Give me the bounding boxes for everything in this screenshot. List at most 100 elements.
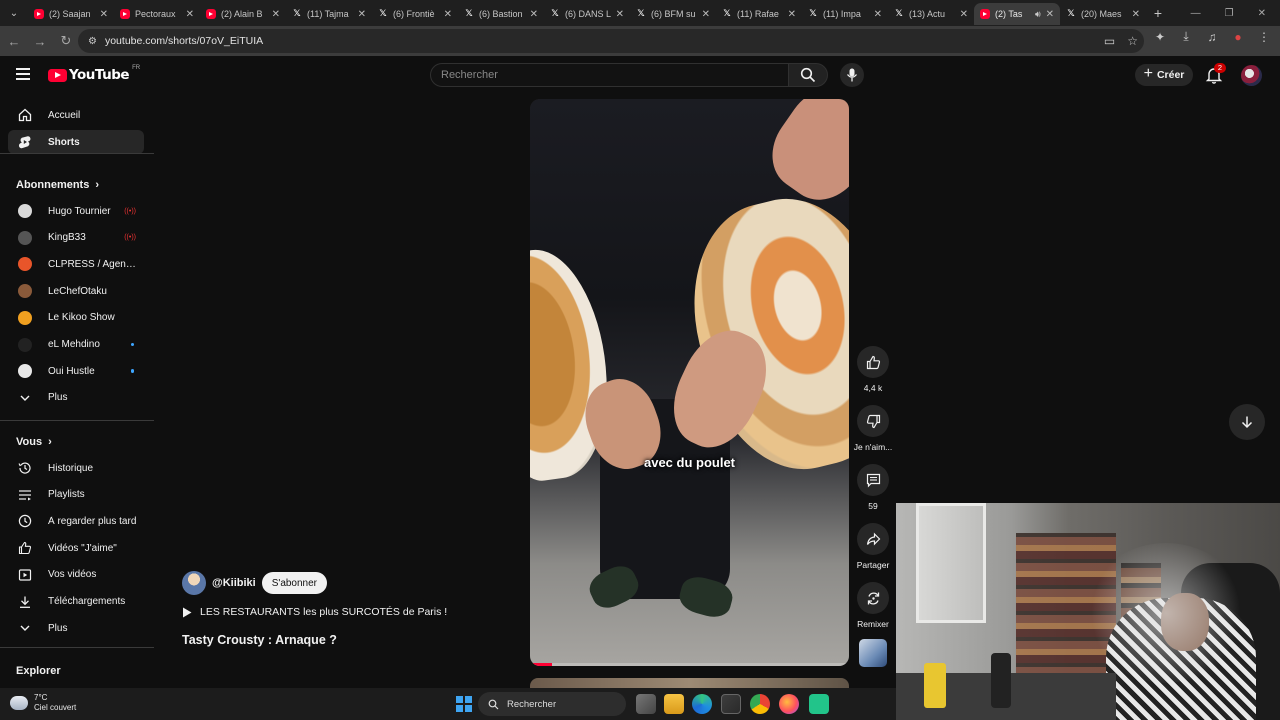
sidebar-item-you[interactable]: Vos vidéos xyxy=(8,563,144,587)
account-avatar[interactable] xyxy=(1241,65,1262,86)
sidebar-item-you[interactable]: Playlists xyxy=(8,483,144,507)
subscription-item[interactable]: LeChefOtaku xyxy=(8,279,144,303)
like-button[interactable] xyxy=(857,346,889,378)
close-tab-icon[interactable]: ✕ xyxy=(272,9,280,20)
close-tab-icon[interactable]: ✕ xyxy=(702,9,710,20)
close-tab-icon[interactable]: ✕ xyxy=(1046,9,1054,20)
subscription-item[interactable]: Hugo Tournier ((•)) xyxy=(8,199,144,223)
close-tab-icon[interactable]: ✕ xyxy=(186,9,194,20)
close-tab-icon[interactable]: ✕ xyxy=(1132,9,1140,20)
search-input[interactable]: Rechercher xyxy=(430,63,788,87)
plus-icon: + xyxy=(1143,65,1153,82)
channel-name[interactable]: @Kiibiki xyxy=(212,577,256,589)
sidebar-item-accueil[interactable]: Accueil xyxy=(8,103,144,127)
forward-icon[interactable]: → xyxy=(28,29,52,53)
you-heading[interactable]: Vous › xyxy=(16,436,52,448)
site-info-icon[interactable]: ⚙ xyxy=(88,36,97,47)
close-window-icon[interactable]: ✕ xyxy=(1258,8,1266,19)
create-button[interactable]: + Créer xyxy=(1135,64,1193,86)
close-tab-icon[interactable]: ✕ xyxy=(444,9,452,20)
sidebar-item-you[interactable]: Plus xyxy=(8,616,144,640)
guide-menu-icon[interactable] xyxy=(16,68,30,80)
restore-icon[interactable]: ❐ xyxy=(1225,8,1234,19)
browser-tab[interactable]: Pectoraux ✕ xyxy=(114,3,200,25)
subscription-item[interactable]: CLPRESS / Agence ... xyxy=(8,252,144,276)
channel-avatar[interactable] xyxy=(182,571,206,595)
sidebar-item-you[interactable]: À regarder plus tard xyxy=(8,509,144,533)
video-progress-bar[interactable] xyxy=(530,663,849,666)
subscription-item[interactable]: Plus xyxy=(8,386,144,410)
subscriptions-heading[interactable]: Abonnements › xyxy=(16,179,99,191)
browser-tab[interactable]: (2) Saajan ✕ xyxy=(28,3,114,25)
youtube-logo[interactable]: YouTube FR xyxy=(48,65,140,83)
new-tab-button[interactable]: + xyxy=(1146,5,1170,21)
store-icon[interactable] xyxy=(721,694,741,714)
browser-tab[interactable]: 𝕏 (6) BFM su ✕ xyxy=(630,3,716,25)
subscription-item[interactable]: KingB33 ((•)) xyxy=(8,226,144,250)
close-tab-icon[interactable]: ✕ xyxy=(960,9,968,20)
browser-menu-icon[interactable]: ⋮ xyxy=(1256,30,1272,44)
playlist-link[interactable]: LES RESTAURANTS les plus SURCOTÉS de Par… xyxy=(182,606,447,618)
sidebar-item-you[interactable]: Téléchargements xyxy=(8,590,144,614)
media-icon[interactable]: ♫ xyxy=(1204,30,1220,44)
search-button[interactable] xyxy=(788,63,828,87)
thumbs-up-icon xyxy=(866,355,880,369)
profile-icon[interactable]: ● xyxy=(1230,30,1246,44)
browser-tab[interactable]: 𝕏 (11) Rafae ✕ xyxy=(716,3,802,25)
browser-tab[interactable]: 𝕏 (11) Impa ✕ xyxy=(802,3,888,25)
minimize-icon[interactable]: — xyxy=(1191,8,1201,19)
voice-search-button[interactable] xyxy=(840,63,864,87)
browser-tab[interactable]: (2) Alain B ✕ xyxy=(200,3,286,25)
browser-tab[interactable]: (2) Tas 🔊︎ ✕ xyxy=(974,3,1060,25)
reload-icon[interactable]: ↻ xyxy=(54,29,78,53)
subscription-item[interactable]: Oui Hustle xyxy=(8,359,144,383)
subscription-label: eL Mehdino xyxy=(48,339,100,350)
tab-search-icon[interactable]: ⌄ xyxy=(0,0,28,26)
download-icon[interactable]: ⤓ xyxy=(1178,29,1194,44)
sidebar-item-shorts[interactable]: Shorts xyxy=(8,130,144,154)
browser-tab[interactable]: 𝕏 (6) Frontiè ✕ xyxy=(372,3,458,25)
share-button[interactable] xyxy=(857,523,889,555)
browser-tab[interactable]: 𝕏 (6) DANS L ✕ xyxy=(544,3,630,25)
address-bar[interactable]: ⚙ youtube.com/shorts/07oV_EiTUIA ▭ ☆ xyxy=(78,29,1144,53)
browser-tab[interactable]: 𝕏 (11) Tajma ✕ xyxy=(286,3,372,25)
file-explorer-icon[interactable] xyxy=(664,694,684,714)
task-view-icon[interactable] xyxy=(636,694,656,714)
firefox-icon[interactable] xyxy=(779,694,799,714)
subscription-item[interactable]: Le Kikoo Show xyxy=(8,306,144,330)
subscription-item[interactable]: eL Mehdino xyxy=(8,333,144,357)
comments-button[interactable] xyxy=(857,464,889,496)
weather-widget[interactable]: 7°C Ciel couvert xyxy=(10,693,76,713)
short-title[interactable]: Tasty Crousty : Arnaque ? xyxy=(182,633,337,647)
close-tab-icon[interactable]: ✕ xyxy=(358,9,366,20)
audio-playing-icon[interactable]: 🔊︎ xyxy=(1035,9,1041,20)
remix-button[interactable] xyxy=(857,582,889,614)
next-short-button[interactable] xyxy=(1229,404,1265,440)
sidebar-item-you[interactable]: Historique xyxy=(8,456,144,480)
browser-tab[interactable]: 𝕏 (20) Maes ✕ xyxy=(1060,3,1146,25)
close-tab-icon[interactable]: ✕ xyxy=(100,9,108,20)
app-icon[interactable] xyxy=(809,694,829,714)
create-label: Créer xyxy=(1156,69,1185,81)
dislike-button[interactable] xyxy=(857,405,889,437)
extensions-icon[interactable]: ✦ xyxy=(1152,30,1168,44)
close-tab-icon[interactable]: ✕ xyxy=(874,9,882,20)
video-subtitle: avec du poulet xyxy=(643,455,736,470)
windows-start-icon[interactable] xyxy=(456,696,472,712)
back-icon[interactable]: ← xyxy=(2,29,26,53)
bookmark-star-icon[interactable]: ☆ xyxy=(1127,34,1138,48)
next-short-preview[interactable] xyxy=(530,678,849,688)
close-tab-icon[interactable]: ✕ xyxy=(788,9,796,20)
sound-thumbnail[interactable] xyxy=(859,639,887,667)
cast-icon[interactable]: ▭ xyxy=(1104,34,1115,48)
edge-icon[interactable] xyxy=(692,694,712,714)
close-tab-icon[interactable]: ✕ xyxy=(530,9,538,20)
close-tab-icon[interactable]: ✕ xyxy=(616,9,624,20)
chrome-icon[interactable] xyxy=(750,694,770,714)
taskbar-search[interactable]: Rechercher xyxy=(478,692,626,716)
subscribe-button[interactable]: S'abonner xyxy=(261,572,328,594)
browser-tab[interactable]: 𝕏 (6) Bastion ✕ xyxy=(458,3,544,25)
shorts-video-player[interactable]: avec du poulet xyxy=(530,99,849,666)
sidebar-item-you[interactable]: Vidéos "J'aime" xyxy=(8,536,144,560)
browser-tab[interactable]: 𝕏 (13) Actu ✕ xyxy=(888,3,974,25)
